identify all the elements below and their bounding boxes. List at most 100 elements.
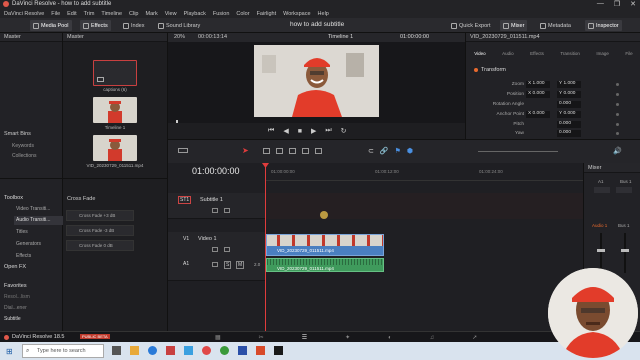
- menu-trim[interactable]: Trim: [84, 11, 95, 17]
- fairlight-page-icon[interactable]: ♫: [430, 335, 435, 341]
- keyframe-icon[interactable]: [616, 123, 619, 126]
- zoom-y-field[interactable]: Y 1.000: [557, 81, 581, 88]
- timeline-view-icon[interactable]: [178, 148, 188, 153]
- smart-bin-keywords[interactable]: Keywords: [12, 143, 34, 149]
- lock-track-icon[interactable]: [212, 247, 218, 252]
- menu-view[interactable]: View: [165, 11, 177, 17]
- track-badge[interactable]: ST1: [178, 196, 192, 204]
- loop-icon[interactable]: ↻: [341, 127, 347, 135]
- clip-captions[interactable]: [93, 60, 137, 86]
- volume-fader[interactable]: [597, 249, 605, 252]
- stop-icon[interactable]: ■: [298, 128, 302, 135]
- toolbox-item[interactable]: Toolbox: [4, 195, 23, 201]
- pitch-field[interactable]: 0.000: [557, 121, 581, 128]
- clip-video-file[interactable]: [93, 135, 137, 161]
- position-x-field[interactable]: X 0.000: [526, 91, 550, 98]
- yaw-field[interactable]: 0.000: [557, 130, 581, 137]
- trim-tool-icon[interactable]: [263, 148, 270, 154]
- menu-davinci[interactable]: DaVinci Resolve: [4, 11, 44, 17]
- master-bin[interactable]: Master: [4, 34, 21, 40]
- menu-color[interactable]: Color: [236, 11, 249, 17]
- transform-section[interactable]: Transform: [474, 67, 506, 73]
- menu-file[interactable]: File: [51, 11, 60, 17]
- jump-start-icon[interactable]: ⏮: [268, 127, 274, 135]
- link-icon[interactable]: 🔗: [380, 147, 389, 155]
- taskbar-app-icon[interactable]: [202, 346, 211, 355]
- edit-page-icon[interactable]: ☰: [302, 334, 307, 341]
- track-badge[interactable]: V1: [182, 236, 190, 242]
- effects-button[interactable]: Effects: [80, 20, 111, 31]
- tab-transition[interactable]: Transition: [560, 51, 580, 58]
- position-y-field[interactable]: Y 0.000: [557, 91, 581, 98]
- audio-transitions-item[interactable]: Audio Transiti...: [14, 216, 63, 225]
- metadata-button[interactable]: Metadata: [537, 20, 574, 31]
- fusion-page-icon[interactable]: ✦: [345, 334, 350, 341]
- track-visibility-icon[interactable]: [224, 247, 230, 252]
- taskbar-app-icon[interactable]: [166, 346, 175, 355]
- audio-clip[interactable]: VID_20230729_011511.mp4: [266, 258, 384, 272]
- anchor-y-field[interactable]: Y 0.000: [557, 111, 581, 118]
- replace-clip-icon[interactable]: [315, 148, 322, 154]
- smart-bin-collections[interactable]: Collections: [12, 153, 36, 159]
- transform-enabled-icon[interactable]: [474, 68, 478, 72]
- menu-fusion[interactable]: Fusion: [213, 11, 230, 17]
- keyframe-icon[interactable]: [616, 132, 619, 135]
- track-badge[interactable]: A1: [182, 261, 190, 267]
- viewer-zoom[interactable]: 20%: [174, 34, 185, 40]
- menu-workspace[interactable]: Workspace: [283, 11, 310, 17]
- marker-icon[interactable]: ⬢: [407, 147, 413, 155]
- menu-mark[interactable]: Mark: [146, 11, 158, 17]
- media-page-icon[interactable]: ▦: [215, 334, 221, 341]
- selection-tool-icon[interactable]: ➤: [242, 146, 249, 155]
- index-button[interactable]: Index: [120, 20, 147, 31]
- close-button[interactable]: ✕: [630, 0, 636, 8]
- favorite-item[interactable]: Resol...lism: [4, 294, 30, 300]
- tab-effects[interactable]: Effects: [530, 51, 544, 58]
- zoom-x-field[interactable]: X 1.000: [526, 81, 550, 88]
- tab-video[interactable]: Video: [474, 51, 485, 58]
- timeline-ruler[interactable]: 01:00:00:00 01:00:12:00 01:00:24:00: [265, 163, 583, 181]
- flag-icon[interactable]: ⚑: [395, 147, 401, 155]
- tab-file[interactable]: File: [625, 51, 632, 58]
- tab-image[interactable]: Image: [596, 51, 609, 58]
- insert-clip-icon[interactable]: [289, 148, 296, 154]
- solo-button[interactable]: S: [224, 261, 232, 269]
- mixer-button[interactable]: Mixer: [500, 20, 528, 31]
- cut-page-icon[interactable]: ✂: [259, 334, 264, 341]
- timeline-name-selector[interactable]: Timeline 1: [328, 34, 353, 40]
- media-pool-button[interactable]: Media Pool: [30, 20, 72, 31]
- keyframe-icon[interactable]: [616, 93, 619, 96]
- mute-button[interactable]: M: [236, 261, 245, 269]
- play-icon[interactable]: ▶: [311, 127, 316, 135]
- quick-export-button[interactable]: Quick Export: [448, 20, 493, 31]
- effect-item[interactable]: Cross Fade +3 dB: [66, 210, 134, 221]
- open-fx-item[interactable]: Open FX: [4, 264, 26, 270]
- effect-item[interactable]: Cross Fade -3 dB: [66, 225, 134, 236]
- inspector-button[interactable]: Inspector: [585, 20, 622, 31]
- step-back-icon[interactable]: ◀: [283, 127, 288, 135]
- menu-playback[interactable]: Playback: [184, 11, 206, 17]
- tab-audio[interactable]: Audio: [502, 51, 514, 58]
- menu-fairlight[interactable]: Fairlight: [257, 11, 277, 17]
- taskbar-search-box[interactable]: ⌕ Type here to search: [22, 344, 104, 358]
- windows-start-icon[interactable]: ⊞: [6, 347, 13, 356]
- file-explorer-icon[interactable]: [130, 346, 139, 355]
- taskbar-app-icon[interactable]: [184, 346, 193, 355]
- generators-item[interactable]: Generators: [16, 241, 41, 247]
- favorite-subtitle-item[interactable]: Subtitle: [4, 316, 21, 322]
- menu-help[interactable]: Help: [318, 11, 329, 17]
- resolve-taskbar-icon[interactable]: [274, 346, 283, 355]
- playhead[interactable]: [265, 163, 266, 331]
- sound-library-button[interactable]: Sound Library: [155, 20, 203, 31]
- zoom-slider[interactable]: [478, 151, 558, 152]
- mixer-eq-slot[interactable]: [594, 187, 610, 193]
- menu-edit[interactable]: Edit: [67, 11, 76, 17]
- maximize-button[interactable]: ❐: [614, 0, 620, 8]
- overwrite-clip-icon[interactable]: [302, 148, 309, 154]
- clip-timeline-1[interactable]: [93, 97, 137, 123]
- favorite-item[interactable]: Dial...ener: [4, 305, 27, 311]
- color-page-icon[interactable]: ◐: [388, 335, 392, 341]
- jump-end-icon[interactable]: ⏭: [325, 127, 331, 135]
- keyframe-icon[interactable]: [616, 103, 619, 106]
- volume-icon[interactable]: 🔊: [613, 147, 622, 155]
